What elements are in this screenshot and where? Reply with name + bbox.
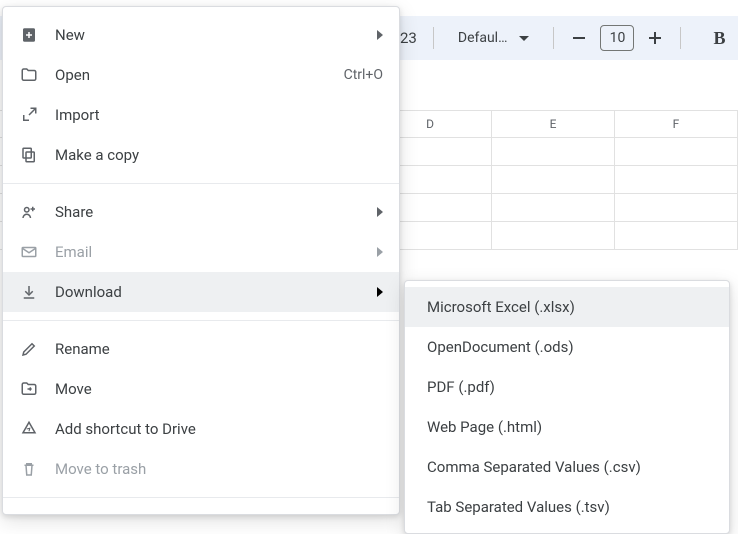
cell[interactable] — [492, 166, 615, 193]
menu-item-share[interactable]: Share — [3, 192, 399, 232]
toolbar-number: 23 — [398, 29, 419, 47]
menu-item-label: Add shortcut to Drive — [55, 420, 383, 438]
cell[interactable] — [615, 166, 738, 193]
font-size-input[interactable]: 10 — [600, 25, 634, 51]
column-header[interactable]: F — [615, 111, 738, 137]
move-folder-icon — [19, 379, 39, 399]
font-size-group: 10 — [568, 25, 666, 51]
download-submenu: Microsoft Excel (.xlsx) OpenDocument (.o… — [404, 280, 730, 534]
submenu-arrow-icon — [377, 207, 383, 217]
cell[interactable] — [492, 138, 615, 165]
menu-item-download[interactable]: Download — [3, 272, 399, 312]
menu-item-import[interactable]: Import — [3, 95, 399, 135]
plus-icon — [648, 31, 662, 45]
menu-item-rename[interactable]: Rename — [3, 329, 399, 369]
menu-separator — [3, 183, 399, 184]
menu-item-label: New — [55, 26, 361, 44]
toolbar-divider — [553, 27, 554, 49]
cell[interactable] — [492, 194, 615, 221]
download-option-html[interactable]: Web Page (.html) — [405, 407, 729, 447]
dropdown-caret-icon — [519, 36, 529, 41]
menu-item-open[interactable]: Open Ctrl+O — [3, 55, 399, 95]
email-icon — [19, 242, 39, 262]
menu-item-label: Make a copy — [55, 146, 383, 164]
folder-icon — [19, 65, 39, 85]
rename-icon — [19, 339, 39, 359]
new-file-icon — [19, 25, 39, 45]
download-option-tsv[interactable]: Tab Separated Values (.tsv) — [405, 487, 729, 527]
cell[interactable] — [492, 222, 615, 249]
menu-separator — [3, 497, 399, 498]
download-option-xlsx[interactable]: Microsoft Excel (.xlsx) — [405, 287, 729, 327]
menu-item-label: Move — [55, 380, 383, 398]
download-option-pdf[interactable]: PDF (.pdf) — [405, 367, 729, 407]
menu-item-label: Open — [55, 66, 328, 84]
menu-item-trash: Move to trash — [3, 449, 399, 489]
download-icon — [19, 282, 39, 302]
menu-item-label: Rename — [55, 340, 383, 358]
cell[interactable] — [615, 222, 738, 249]
submenu-arrow-icon — [377, 247, 383, 257]
copy-icon — [19, 145, 39, 165]
bold-button[interactable]: B — [713, 28, 725, 49]
menu-item-label: Import — [55, 106, 383, 124]
menu-item-make-copy[interactable]: Make a copy — [3, 135, 399, 175]
font-size-increase-button[interactable] — [644, 27, 666, 49]
import-icon — [19, 105, 39, 125]
font-family-dropdown[interactable]: Defaul… — [448, 26, 540, 50]
font-family-label: Defaul… — [458, 30, 508, 46]
menu-item-email: Email — [3, 232, 399, 272]
cell[interactable] — [615, 138, 738, 165]
menu-separator — [3, 320, 399, 321]
toolbar-divider — [433, 27, 434, 49]
menu-item-add-shortcut[interactable]: Add shortcut to Drive — [3, 409, 399, 449]
menu-item-label: Email — [55, 243, 361, 261]
font-size-decrease-button[interactable] — [568, 27, 590, 49]
menu-item-shortcut: Ctrl+O — [344, 67, 383, 83]
download-option-csv[interactable]: Comma Separated Values (.csv) — [405, 447, 729, 487]
column-header[interactable]: E — [492, 111, 615, 137]
trash-icon — [19, 459, 39, 479]
toolbar-divider — [680, 27, 681, 49]
font-size-value: 10 — [610, 30, 626, 46]
drive-shortcut-icon — [19, 419, 39, 439]
submenu-arrow-icon — [377, 30, 383, 40]
download-option-ods[interactable]: OpenDocument (.ods) — [405, 327, 729, 367]
menu-item-new[interactable]: New — [3, 15, 399, 55]
cell[interactable] — [615, 194, 738, 221]
file-menu: New Open Ctrl+O Import Make a copy Share… — [2, 6, 400, 515]
share-icon — [19, 202, 39, 222]
menu-item-label: Share — [55, 203, 361, 221]
menu-item-label: Download — [55, 283, 361, 301]
minus-icon — [572, 31, 586, 45]
menu-item-label: Move to trash — [55, 460, 383, 478]
menu-item-move[interactable]: Move — [3, 369, 399, 409]
submenu-arrow-icon — [377, 287, 383, 297]
